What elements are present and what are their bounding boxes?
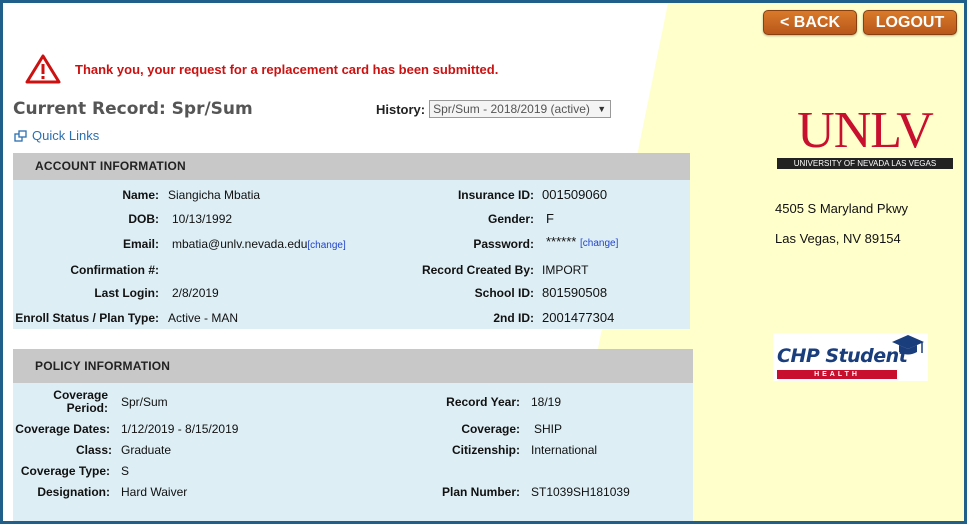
chp-logo-text: CHP Student — [777, 345, 908, 367]
last-login-label: Last Login: — [94, 286, 159, 300]
quick-links-label: Quick Links — [32, 128, 100, 143]
popup-window-icon — [14, 129, 27, 142]
coverage-type-value: S — [121, 464, 130, 478]
alert-banner: Thank you, your request for a replacemen… — [25, 53, 498, 85]
school-id-label: School ID: — [474, 286, 534, 300]
last-login-value: 2/8/2019 — [172, 286, 219, 300]
history-selected-value: Spr/Sum - 2018/2019 (active) — [433, 102, 590, 116]
enroll-status-label: Enroll Status / Plan Type: — [15, 311, 159, 325]
address-line-2: Las Vegas, NV 89154 — [775, 231, 901, 246]
second-id-value: 2001477304 — [542, 310, 615, 325]
record-created-label: Record Created By: — [421, 263, 534, 277]
policy-information-section: POLICY INFORMATION Coverage Period: Spr/… — [13, 349, 693, 521]
plan-number-label: Plan Number: — [441, 485, 520, 499]
citizenship-label: Citizenship: — [452, 443, 520, 457]
class-value: Graduate — [121, 443, 172, 457]
password-value: ****** — [546, 234, 577, 249]
record-year-value: 18/19 — [531, 395, 562, 409]
password-label: Password: — [473, 237, 534, 251]
dob-label: DOB: — [128, 212, 159, 226]
chp-logo-subtext: HEALTH — [777, 370, 897, 379]
unlv-logo-text: UNLV — [797, 102, 934, 159]
enroll-status-value: Active - MAN — [168, 311, 239, 325]
insurance-id-value: 001509060 — [542, 187, 608, 202]
address-line-1: 4505 S Maryland Pkwy — [775, 201, 908, 216]
coverage-period-label: Coverage Period: — [13, 389, 108, 415]
dob-value: 10/13/1992 — [172, 212, 233, 226]
chp-student-health-logo: CHP Student HEALTH — [773, 333, 928, 381]
record-created-value: IMPORT — [542, 263, 589, 277]
history-selector: History: Spr/Sum - 2018/2019 (active) ▼ — [376, 100, 612, 118]
coverage-dates-value: 1/12/2019 - 8/15/2019 — [121, 422, 239, 436]
coverage-period-value: Spr/Sum — [121, 395, 168, 409]
password-change-link[interactable]: [change] — [580, 238, 618, 249]
gender-label: Gender: — [487, 212, 534, 226]
warning-icon — [25, 54, 61, 84]
chp-logo-box: CHP Student HEALTH — [773, 333, 928, 381]
coverage-dates-label: Coverage Dates: — [15, 422, 110, 436]
dropdown-arrow-icon: ▼ — [597, 104, 607, 114]
insurance-id-label: Insurance ID: — [457, 188, 534, 202]
coverage-value: SHIP — [534, 422, 563, 436]
coverage-period-label-line2: Period: — [66, 401, 108, 415]
confirmation-label: Confirmation #: — [70, 263, 159, 277]
coverage-label: Coverage: — [461, 422, 520, 436]
name-label: Name: — [122, 188, 159, 202]
account-section-header: ACCOUNT INFORMATION — [13, 153, 690, 180]
plan-number-value: ST1039SH181039 — [531, 485, 630, 499]
citizenship-value: International — [531, 443, 598, 457]
page-title: Current Record: Spr/Sum — [13, 99, 253, 119]
gender-value: F — [546, 211, 554, 226]
password-field: ****** [change] — [546, 234, 618, 249]
history-dropdown[interactable]: Spr/Sum - 2018/2019 (active) ▼ — [429, 100, 612, 118]
class-label: Class: — [75, 443, 112, 457]
back-button[interactable]: < BACK — [763, 10, 857, 35]
coverage-type-label: Coverage Type: — [20, 464, 110, 478]
coverage-period-label-line1: Coverage — [53, 388, 108, 402]
email-label: Email: — [122, 237, 159, 251]
second-id-label: 2nd ID: — [493, 311, 534, 325]
logout-button[interactable]: LOGOUT — [863, 10, 957, 35]
school-id-value: 801590508 — [542, 285, 608, 300]
unlv-logo: UNLV UNIVERSITY OF NEVADA LAS VEGAS — [777, 102, 953, 169]
name-value: Siangicha Mbatia — [168, 188, 261, 202]
policy-section-header: POLICY INFORMATION — [13, 349, 693, 383]
quick-links-link[interactable]: Quick Links — [14, 128, 99, 143]
unlv-logo-subtext: UNIVERSITY OF NEVADA LAS VEGAS — [777, 158, 953, 169]
page-frame: < BACK LOGOUT Thank you, your request fo… — [3, 3, 964, 521]
designation-value: Hard Waiver — [121, 485, 188, 499]
email-value: mbatia@unlv.nevada.edu — [172, 237, 308, 251]
alert-message: Thank you, your request for a replacemen… — [75, 61, 499, 77]
history-label: History: — [376, 101, 426, 117]
account-information-section: ACCOUNT INFORMATION Name: Siangicha Mbat… — [13, 153, 690, 329]
designation-label: Designation: — [37, 485, 110, 499]
record-year-label: Record Year: — [446, 395, 520, 409]
